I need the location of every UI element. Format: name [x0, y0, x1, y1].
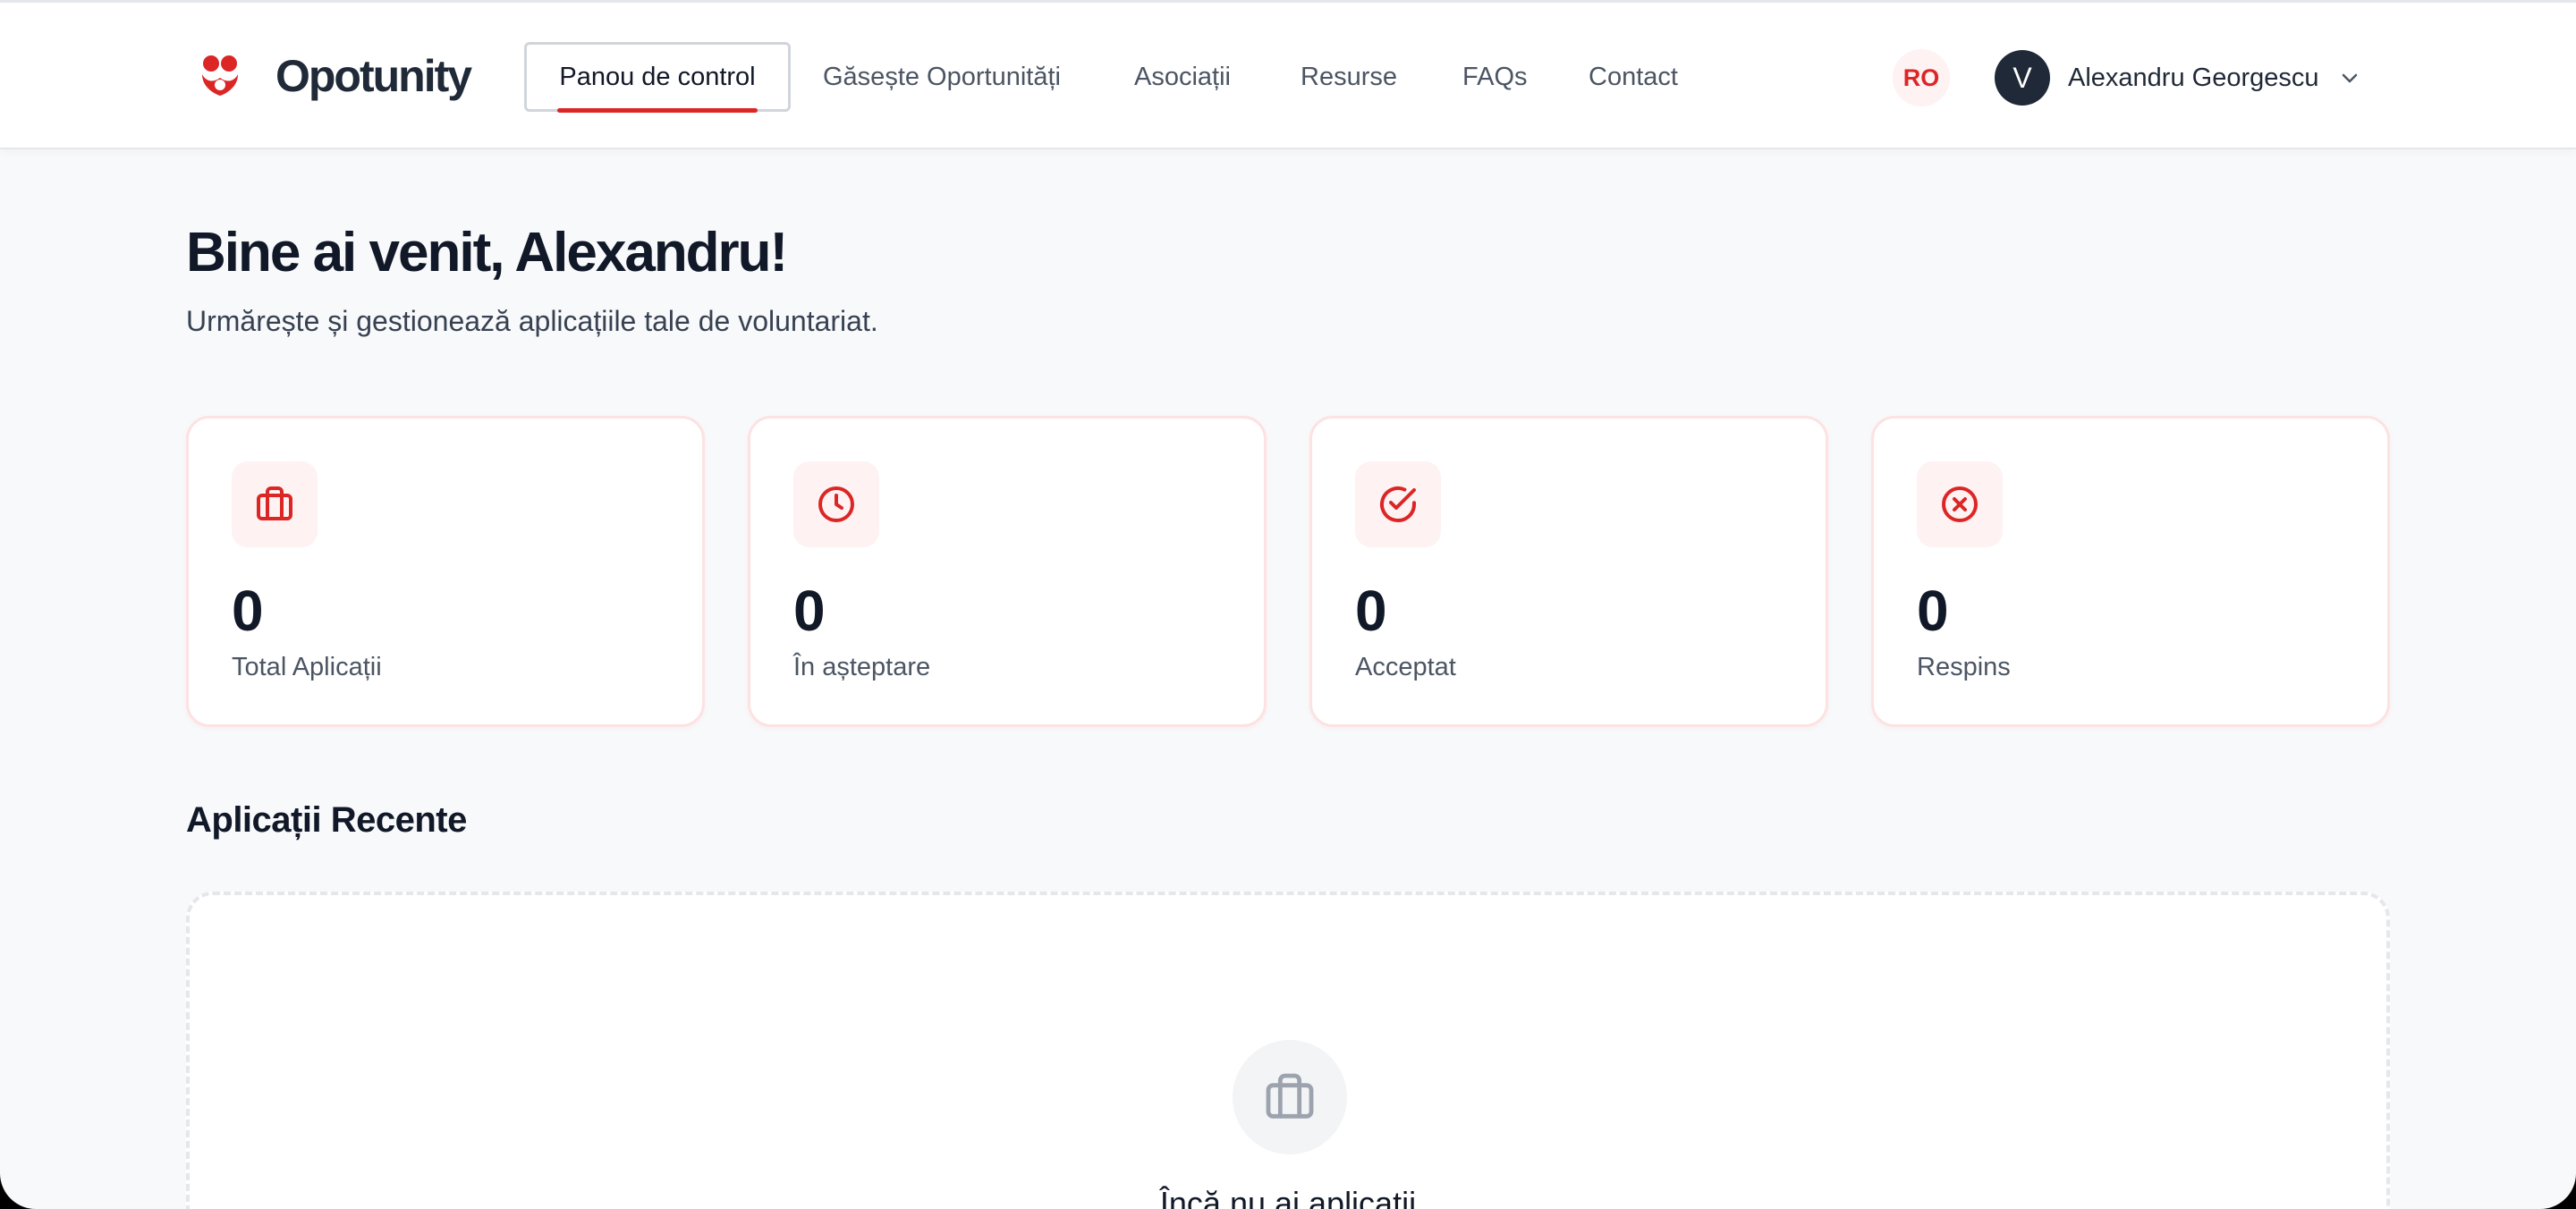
empty-state-text: Încă nu ai aplicații — [1159, 1185, 1417, 1209]
user-menu[interactable]: V Alexandru Georgescu — [1995, 49, 2360, 106]
stat-icon-container — [1355, 461, 1441, 547]
stat-label: În așteptare — [793, 653, 931, 681]
stat-label: Total Aplicații — [232, 653, 382, 681]
brand-logo[interactable]: Opotunity — [195, 49, 472, 103]
stat-label: Respins — [1917, 653, 2011, 681]
recent-applications-title: Aplicații Recente — [186, 800, 467, 840]
stat-card-total: 0 Total Aplicații — [186, 416, 705, 727]
brand-name: Opotunity — [275, 51, 472, 101]
stat-icon-container — [1917, 461, 2003, 547]
active-nav-indicator — [557, 108, 758, 113]
empty-state-icon-container — [1233, 1040, 1347, 1154]
nav-item-label: Găsește Oportunități — [823, 62, 1061, 91]
briefcase-icon — [257, 486, 292, 520]
top-navbar: Opotunity Panou de control Găsește Oport… — [0, 3, 2576, 149]
clock-icon — [818, 486, 854, 522]
nav-item-label: Panou de control — [559, 62, 756, 91]
logo-icon — [202, 55, 238, 96]
nav-item-label: Contact — [1589, 62, 1678, 91]
stat-label: Acceptat — [1355, 653, 1456, 681]
stat-card-rejected: 0 Respins — [1871, 416, 2390, 727]
nav-item-faqs[interactable]: FAQs — [1462, 42, 1528, 112]
nav-item-label: Resurse — [1301, 62, 1397, 91]
language-switcher[interactable]: RO — [1893, 49, 1950, 106]
briefcase-icon — [1266, 1073, 1314, 1119]
stat-value: 0 — [232, 579, 264, 643]
nav-item-find-opportunities[interactable]: Găsește Oportunități — [823, 42, 1061, 112]
nav-item-associations[interactable]: Asociații — [1134, 42, 1231, 112]
browser-window: Opotunity Panou de control Găsește Oport… — [0, 0, 2576, 1209]
nav-item-label: FAQs — [1462, 62, 1528, 91]
stat-card-pending: 0 În așteptare — [748, 416, 1267, 727]
page-title: Bine ai venit, Alexandru! — [186, 222, 788, 283]
stat-icon-container — [793, 461, 879, 547]
stat-value: 0 — [1917, 579, 1949, 643]
nav-item-contact[interactable]: Contact — [1589, 42, 1678, 112]
stat-value: 0 — [793, 579, 826, 643]
x-circle-icon — [1942, 486, 1978, 522]
check-circle-icon — [1380, 486, 1416, 522]
stat-card-accepted: 0 Acceptat — [1309, 416, 1828, 727]
stat-icon-container — [232, 461, 318, 547]
avatar: V — [1995, 50, 2050, 106]
stat-value: 0 — [1355, 579, 1387, 643]
chevron-down-icon — [2342, 73, 2357, 83]
nav-item-dashboard[interactable]: Panou de control — [524, 42, 791, 113]
nav-item-resources[interactable]: Resurse — [1301, 42, 1397, 112]
page-subtitle: Urmărește și gestionează aplicațiile tal… — [186, 305, 878, 337]
user-name: Alexandru Georgescu — [2068, 63, 2319, 92]
recent-applications-empty-state: Încă nu ai aplicații — [186, 892, 2390, 1209]
nav-item-label: Asociații — [1134, 62, 1231, 91]
